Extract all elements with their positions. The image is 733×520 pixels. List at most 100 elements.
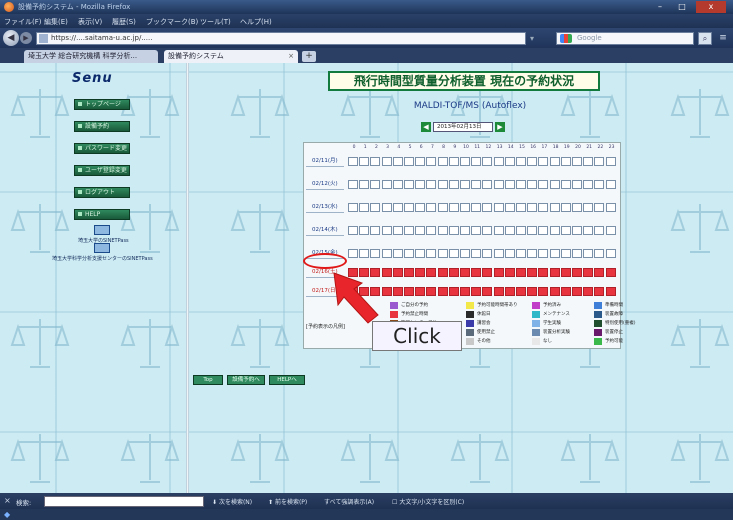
time-slot-cell[interactable] — [516, 249, 526, 258]
time-slot-cell[interactable] — [538, 249, 549, 258]
forward-button[interactable]: ▶ — [20, 32, 32, 44]
sidebar-logout-button[interactable]: ログアウト — [74, 187, 130, 198]
time-slot-cell[interactable] — [516, 180, 526, 189]
time-slot-cell[interactable] — [527, 180, 538, 189]
time-slot-cell[interactable] — [471, 287, 482, 296]
time-slot-cell[interactable] — [460, 203, 470, 212]
sidebar-help-button[interactable]: HELP — [74, 209, 130, 220]
time-slot-cell[interactable] — [404, 249, 414, 258]
time-slot-cell[interactable] — [471, 268, 482, 277]
time-slot-cell[interactable] — [381, 226, 392, 235]
menu-view[interactable]: 表示(V) — [78, 17, 102, 27]
day-label[interactable]: 02/11(月) — [306, 156, 344, 167]
time-slot-cell[interactable] — [404, 180, 414, 189]
time-slot-cell[interactable] — [549, 157, 560, 166]
time-slot-cell[interactable] — [437, 226, 448, 235]
time-slot-cell[interactable] — [471, 203, 482, 212]
time-slot-cell[interactable] — [460, 287, 470, 296]
match-case-checkbox[interactable]: ☐ 大文字/小文字を区別(C) — [392, 497, 464, 506]
time-slot-cell[interactable] — [572, 249, 582, 258]
sidebar-reservation-button[interactable]: 設備予約 — [74, 121, 130, 132]
time-slot-cell[interactable] — [370, 203, 381, 212]
help-link-button[interactable]: HELPへ — [269, 375, 305, 385]
time-slot-cell[interactable] — [493, 287, 504, 296]
time-slot-cell[interactable] — [583, 203, 594, 212]
time-slot-cell[interactable] — [415, 268, 426, 277]
time-slot-cell[interactable] — [370, 249, 381, 258]
time-slot-cell[interactable] — [527, 268, 538, 277]
time-slot-cell[interactable] — [527, 287, 538, 296]
time-slot-cell[interactable] — [583, 249, 594, 258]
time-slot-cell[interactable] — [504, 180, 515, 189]
time-slot-cell[interactable] — [404, 203, 414, 212]
time-slot-cell[interactable] — [381, 249, 392, 258]
find-input[interactable] — [44, 496, 204, 507]
time-slot-cell[interactable] — [392, 180, 403, 189]
time-slot-cell[interactable] — [594, 157, 605, 166]
time-slot-cell[interactable] — [448, 249, 459, 258]
time-slot-cell[interactable] — [549, 203, 560, 212]
network-icon[interactable] — [94, 243, 110, 253]
time-slot-cell[interactable] — [493, 203, 504, 212]
time-slot-cell[interactable] — [572, 268, 582, 277]
time-slot-cell[interactable] — [572, 203, 582, 212]
time-slot-cell[interactable] — [426, 203, 437, 212]
time-slot-cell[interactable] — [381, 180, 392, 189]
time-slot-cell[interactable] — [359, 226, 370, 235]
time-slot-cell[interactable] — [516, 203, 526, 212]
time-slot-cell[interactable] — [437, 268, 448, 277]
find-prev-button[interactable]: ⬆ 前を検索(P) — [268, 497, 307, 506]
time-slot-cell[interactable] — [415, 287, 426, 296]
time-slot-cell[interactable] — [437, 203, 448, 212]
network-link-2[interactable]: 埼玉大学科学分析支援センターのSINETPass — [52, 255, 153, 262]
time-slot-cell[interactable] — [348, 157, 358, 166]
find-close-icon[interactable]: × — [4, 496, 11, 505]
time-slot-cell[interactable] — [359, 157, 370, 166]
sidebar-user-edit-button[interactable]: ユーザ登録変更 — [74, 165, 130, 176]
time-slot-cell[interactable] — [392, 249, 403, 258]
time-slot-cell[interactable] — [583, 180, 594, 189]
new-tab-button[interactable]: + — [302, 51, 316, 62]
time-slot-cell[interactable] — [516, 226, 526, 235]
prev-month-button[interactable]: ◀ — [421, 122, 431, 132]
time-slot-cell[interactable] — [359, 180, 370, 189]
time-slot-cell[interactable] — [493, 249, 504, 258]
time-slot-cell[interactable] — [538, 203, 549, 212]
time-slot-cell[interactable] — [437, 287, 448, 296]
network-icon[interactable] — [94, 225, 110, 235]
time-slot-cell[interactable] — [549, 226, 560, 235]
time-slot-cell[interactable] — [370, 180, 381, 189]
time-slot-cell[interactable] — [348, 180, 358, 189]
menu-bookmarks[interactable]: ブックマーク(B) — [146, 17, 198, 27]
time-slot-cell[interactable] — [426, 287, 437, 296]
time-slot-cell[interactable] — [359, 203, 370, 212]
time-slot-cell[interactable] — [527, 203, 538, 212]
menu-file[interactable]: ファイル(F) — [4, 17, 42, 27]
search-icon[interactable]: ⌕ — [698, 32, 712, 45]
sidebar-password-button[interactable]: パスワード変更 — [74, 143, 130, 154]
time-slot-cell[interactable] — [527, 249, 538, 258]
time-slot-cell[interactable] — [370, 157, 381, 166]
time-slot-cell[interactable] — [426, 268, 437, 277]
time-slot-cell[interactable] — [549, 268, 560, 277]
time-slot-cell[interactable] — [538, 268, 549, 277]
time-slot-cell[interactable] — [426, 226, 437, 235]
time-slot-cell[interactable] — [448, 287, 459, 296]
time-slot-cell[interactable] — [348, 249, 358, 258]
time-slot-cell[interactable] — [426, 249, 437, 258]
time-slot-cell[interactable] — [504, 203, 515, 212]
time-slot-cell[interactable] — [594, 226, 605, 235]
find-next-button[interactable]: ⬇ 次を検索(N) — [212, 497, 252, 506]
time-slot-cell[interactable] — [605, 180, 616, 189]
time-slot-cell[interactable] — [359, 249, 370, 258]
menu-history[interactable]: 履歴(S) — [112, 17, 136, 27]
day-label[interactable]: 02/13(水) — [306, 202, 344, 213]
time-slot-cell[interactable] — [572, 226, 582, 235]
time-slot-cell[interactable] — [527, 226, 538, 235]
time-slot-cell[interactable] — [404, 268, 414, 277]
time-slot-cell[interactable] — [560, 268, 571, 277]
time-slot-cell[interactable] — [348, 203, 358, 212]
time-slot-cell[interactable] — [560, 287, 571, 296]
time-slot-cell[interactable] — [504, 287, 515, 296]
close-button[interactable]: x — [696, 1, 726, 13]
